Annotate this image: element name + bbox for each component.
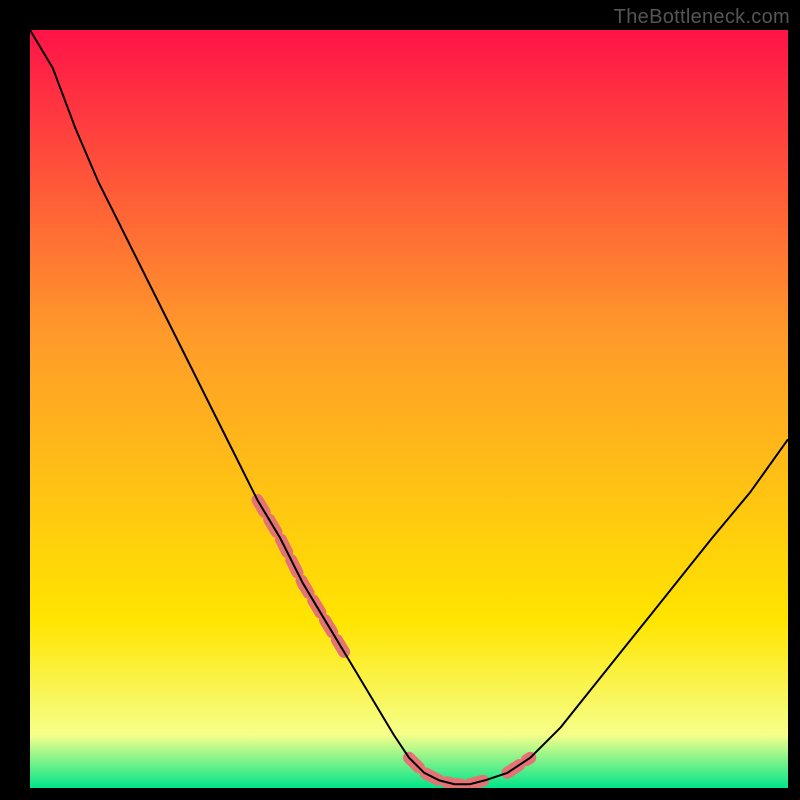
gradient-background [30, 30, 788, 788]
watermark-text: TheBottleneck.com [614, 6, 790, 29]
chart-svg [30, 30, 788, 788]
bottleneck-chart [30, 30, 788, 788]
